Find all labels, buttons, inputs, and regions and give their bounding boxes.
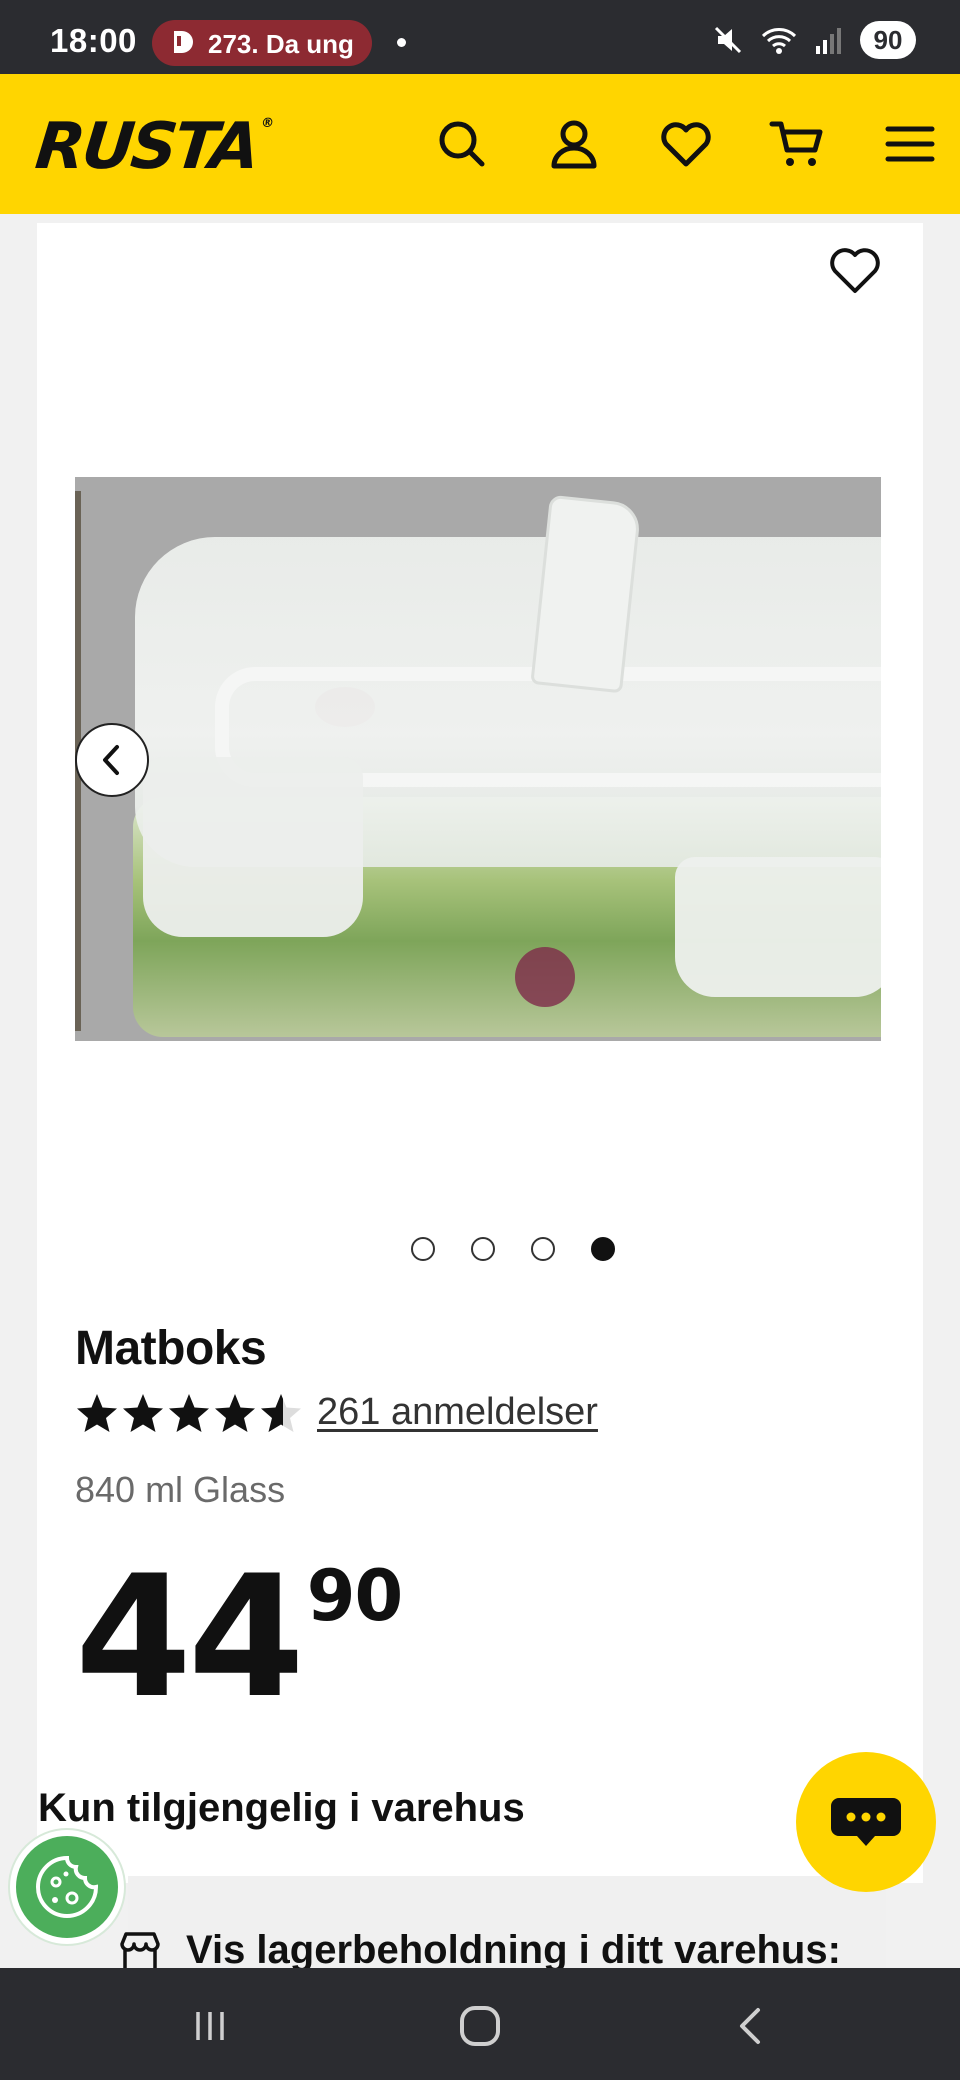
notification-pill[interactable]: 273. Da ung <box>152 20 372 66</box>
chat-icon <box>831 1798 901 1846</box>
header-actions <box>432 114 940 174</box>
cookie-settings-button[interactable] <box>10 1830 124 1944</box>
gallery-pagination <box>37 1237 923 1261</box>
price-decimals: 90 <box>306 1555 403 1637</box>
menu-icon[interactable] <box>880 114 940 174</box>
battery-icon: 90 <box>860 21 916 59</box>
lid-clip-right <box>675 857 881 997</box>
site-header: RUSTA® <box>0 74 960 214</box>
mute-icon <box>714 26 742 54</box>
price-main: 44 <box>75 1539 305 1735</box>
system-navigation-bar <box>0 1968 960 2080</box>
rating-stars <box>75 1392 303 1434</box>
account-icon[interactable] <box>544 114 604 174</box>
wifi-icon <box>761 28 797 54</box>
stock-link[interactable]: Vis lagerbeholdning i ditt varehus: <box>186 1928 841 1973</box>
cart-icon[interactable] <box>768 114 828 174</box>
status-time: 18:00 <box>50 22 137 59</box>
product-image-gallery[interactable] <box>75 477 881 1041</box>
chat-button[interactable] <box>796 1752 936 1892</box>
recent-apps-button[interactable] <box>180 1998 240 2054</box>
half-star-icon <box>261 1393 301 1432</box>
rusta-logo[interactable]: RUSTA® <box>32 110 272 184</box>
product-variant: 840 ml Glass <box>75 1469 286 1510</box>
chevron-left-icon <box>103 745 119 775</box>
star-icon <box>215 1393 255 1432</box>
notification-app-icon <box>174 31 193 53</box>
gallery-dot-2[interactable] <box>471 1237 495 1261</box>
lid-clip-left <box>143 757 363 937</box>
search-icon[interactable] <box>432 114 492 174</box>
back-button[interactable] <box>720 1998 780 2054</box>
back-icon <box>740 2008 760 2044</box>
logo-registered-mark: ® <box>260 116 272 131</box>
recent-apps-icon <box>196 2012 224 2040</box>
gallery-dot-4[interactable] <box>591 1237 615 1261</box>
product-title: Matboks <box>75 1322 267 1375</box>
status-icons: 90 <box>712 20 916 60</box>
wishlist-heart-icon[interactable] <box>656 114 716 174</box>
salad-detail <box>515 947 575 1007</box>
gallery-dot-3[interactable] <box>531 1237 555 1261</box>
favorite-heart-icon[interactable] <box>827 243 883 297</box>
star-icon <box>123 1393 163 1432</box>
notification-dot <box>397 38 406 47</box>
star-icon <box>169 1393 209 1432</box>
logo-text: RUSTA <box>32 110 261 184</box>
previous-image-button[interactable] <box>75 723 149 797</box>
reviews-link[interactable]: 261 anmeldelser <box>317 1391 598 1434</box>
product-price: 4490 <box>75 1553 403 1721</box>
home-button[interactable] <box>450 1998 510 2054</box>
battery-level: 90 <box>873 24 903 55</box>
home-icon <box>460 2006 500 2046</box>
signal-icon <box>816 28 841 54</box>
status-bar: 18:00 273. Da ung 90 <box>0 0 960 74</box>
product-rating: 261 anmeldelser <box>75 1391 598 1434</box>
notification-text: 273. Da ung <box>208 29 354 59</box>
availability-text: Kun tilgjengelig i varehus <box>38 1786 525 1830</box>
product-card: Matboks 261 anmeldelser 840 ml Glass 449… <box>37 223 923 1883</box>
star-icon <box>77 1393 117 1432</box>
cookie-icon <box>36 1855 99 1918</box>
gallery-dot-1[interactable] <box>411 1237 435 1261</box>
